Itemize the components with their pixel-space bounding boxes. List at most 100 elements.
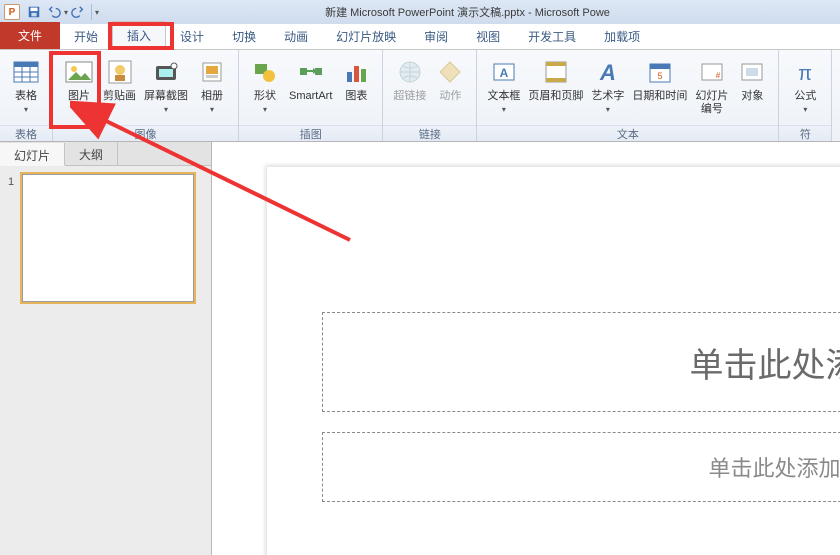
ribbon: 表格 ▾ 表格 图片 剪贴画 屏幕截图 ▾ — [0, 50, 840, 142]
picture-label: 图片 — [68, 90, 90, 103]
object-label: 对象 — [741, 90, 763, 103]
screenshot-label: 屏幕截图 — [144, 90, 188, 102]
wordart-icon: A — [592, 56, 624, 88]
slidenum-button[interactable]: # 幻灯片 编号 — [691, 54, 732, 118]
equation-label: 公式 — [794, 90, 816, 102]
app-icon: P — [4, 4, 20, 20]
group-tables: 表格 ▾ 表格 — [0, 50, 53, 141]
title-placeholder[interactable]: 单击此处添 — [322, 312, 840, 412]
chart-button[interactable]: 图表 — [336, 54, 376, 105]
table-icon — [10, 56, 42, 88]
smartart-button[interactable]: SmartArt — [285, 54, 336, 105]
equation-button[interactable]: π 公式 ▾ — [785, 54, 825, 118]
textbox-button[interactable]: A 文本框 ▾ — [483, 54, 524, 118]
tab-outline[interactable]: 大纲 — [65, 142, 118, 165]
tab-transitions[interactable]: 切换 — [218, 23, 270, 49]
picture-button[interactable]: 图片 — [59, 54, 99, 105]
svg-text:5: 5 — [657, 71, 662, 81]
tab-developer[interactable]: 开发工具 — [514, 23, 590, 49]
group-illustrations: 形状 ▾ SmartArt 图表 插图 — [239, 50, 383, 141]
datetime-button[interactable]: 5 日期和时间 — [628, 54, 691, 105]
ribbon-tabs: 文件 开始 插入 设计 切换 动画 幻灯片放映 审阅 视图 开发工具 加载项 — [0, 24, 840, 50]
slide-canvas-area[interactable]: 单击此处添 单击此处添加 — [212, 142, 840, 555]
group-label-text: 文本 — [477, 125, 778, 141]
undo-dropdown-icon[interactable]: ▾ — [64, 8, 68, 17]
tab-animations[interactable]: 动画 — [270, 23, 322, 49]
smartart-icon — [295, 56, 327, 88]
chevron-down-icon: ▾ — [606, 105, 610, 114]
group-label-tables: 表格 — [0, 125, 52, 141]
chevron-down-icon: ▾ — [263, 105, 267, 114]
wordart-label: 艺术字 — [591, 90, 624, 102]
group-label-images: 图像 — [53, 125, 238, 141]
headerfooter-icon — [540, 56, 572, 88]
textbox-label: 文本框 — [487, 90, 520, 102]
tab-addins[interactable]: 加载项 — [590, 23, 654, 49]
clipart-icon — [104, 56, 136, 88]
group-symbols: π 公式 ▾ 符 — [779, 50, 832, 141]
tab-file[interactable]: 文件 — [0, 22, 60, 49]
tab-insert[interactable]: 插入 — [112, 21, 166, 49]
group-images: 图片 剪贴画 屏幕截图 ▾ 相册▾ 图像 — [53, 50, 239, 141]
screenshot-icon — [150, 56, 182, 88]
shapes-button[interactable]: 形状 ▾ — [245, 54, 285, 118]
object-button[interactable]: 对象 — [732, 54, 772, 105]
slidenum-icon: # — [696, 56, 728, 88]
chevron-down-icon: ▾ — [210, 105, 214, 114]
shapes-icon — [249, 56, 281, 88]
clipart-button[interactable]: 剪贴画 — [99, 54, 140, 105]
workspace: 幻灯片 大纲 1 单击此处添 单击此处添加 — [0, 142, 840, 555]
tab-slides-thumbnails[interactable]: 幻灯片 — [0, 143, 65, 166]
tab-home[interactable]: 开始 — [60, 23, 112, 49]
equation-icon: π — [789, 56, 821, 88]
slide-number: 1 — [8, 174, 22, 302]
redo-icon[interactable] — [69, 3, 87, 21]
group-label-illustrations: 插图 — [239, 125, 382, 141]
chevron-down-icon: ▾ — [24, 105, 28, 114]
album-button[interactable]: 相册▾ — [192, 54, 232, 118]
tab-view[interactable]: 视图 — [462, 23, 514, 49]
slide-panel-body[interactable]: 1 — [0, 166, 211, 555]
shapes-label: 形状 — [254, 90, 276, 102]
subtitle-placeholder[interactable]: 单击此处添加 — [322, 432, 840, 502]
object-icon — [736, 56, 768, 88]
wordart-button[interactable]: A 艺术字 ▾ — [587, 54, 628, 118]
slide-thumbnail[interactable]: 1 — [8, 174, 203, 302]
action-icon — [434, 56, 466, 88]
group-label-symbols: 符 — [779, 125, 831, 141]
document-title: 新建 Microsoft PowerPoint 演示文稿.pptx - Micr… — [99, 4, 836, 20]
slidenum-label: 幻灯片 编号 — [695, 90, 728, 116]
tab-review[interactable]: 审阅 — [410, 23, 462, 49]
album-icon — [196, 56, 228, 88]
tab-design[interactable]: 设计 — [166, 23, 218, 49]
group-label-links: 链接 — [383, 125, 476, 141]
datetime-label: 日期和时间 — [632, 90, 687, 103]
picture-icon — [63, 56, 95, 88]
hyperlink-label: 超链接 — [393, 90, 426, 103]
slide-panel: 幻灯片 大纲 1 — [0, 142, 212, 555]
slide-panel-tabs: 幻灯片 大纲 — [0, 142, 211, 166]
hyperlink-button[interactable]: 超链接 — [389, 54, 430, 105]
chevron-down-icon: ▾ — [803, 105, 807, 114]
clipart-label: 剪贴画 — [103, 90, 136, 103]
chevron-down-icon: ▾ — [502, 105, 506, 114]
table-button[interactable]: 表格 ▾ — [6, 54, 46, 118]
group-text: A 文本框 ▾ 页眉和页脚 A 艺术字 ▾ 5 日期和时间 — [477, 50, 779, 141]
save-icon[interactable] — [25, 3, 43, 21]
chevron-down-icon: ▾ — [164, 105, 168, 114]
svg-text:A: A — [500, 66, 509, 80]
undo-icon[interactable] — [45, 3, 63, 21]
separator — [91, 4, 92, 20]
svg-text:A: A — [599, 60, 616, 85]
screenshot-button[interactable]: 屏幕截图 ▾ — [140, 54, 192, 118]
table-label: 表格 — [15, 90, 37, 102]
headerfooter-button[interactable]: 页眉和页脚 — [524, 54, 587, 105]
slide-preview — [22, 174, 194, 302]
headerfooter-label: 页眉和页脚 — [528, 90, 583, 103]
chart-icon — [340, 56, 372, 88]
action-label: 动作 — [439, 90, 461, 103]
chart-label: 图表 — [345, 90, 367, 103]
tab-slideshow[interactable]: 幻灯片放映 — [322, 23, 410, 49]
action-button[interactable]: 动作 — [430, 54, 470, 105]
slide[interactable]: 单击此处添 单击此处添加 — [267, 167, 840, 555]
